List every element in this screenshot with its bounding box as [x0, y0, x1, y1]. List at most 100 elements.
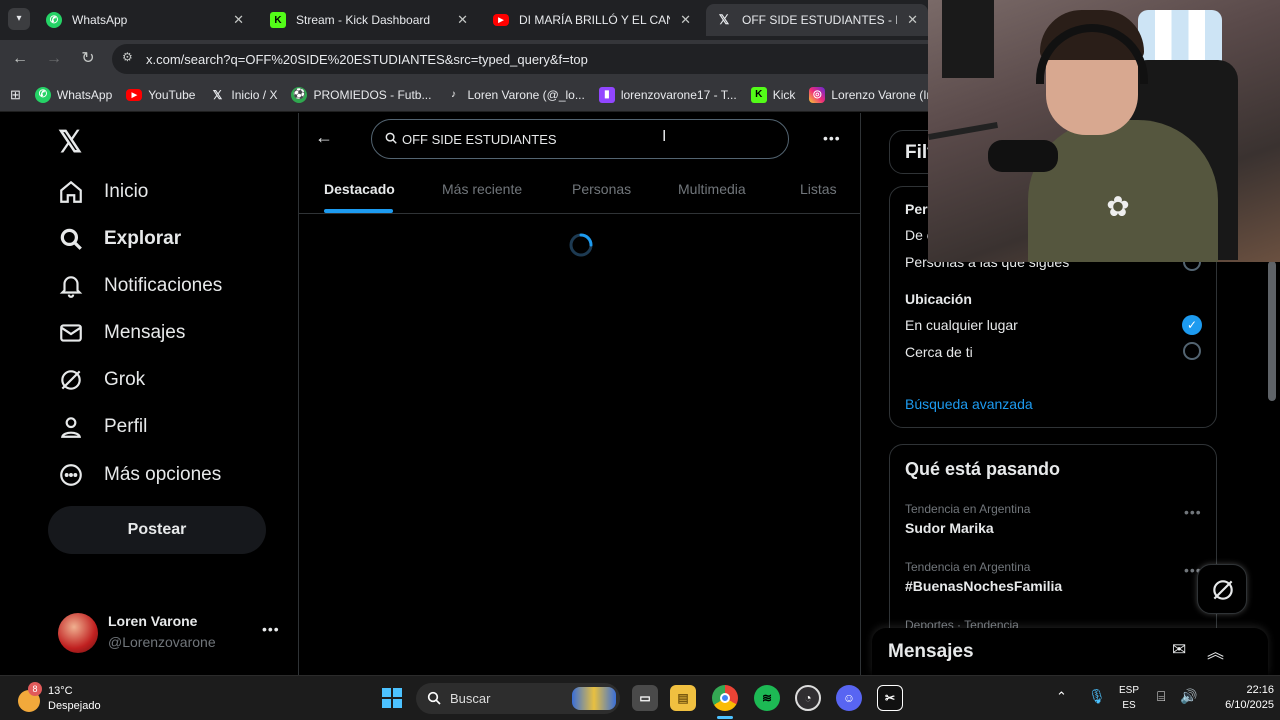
- file-explorer-icon[interactable]: ▤: [670, 685, 696, 711]
- location-near-radio[interactable]: [1183, 342, 1201, 360]
- nav-inicio[interactable]: Inicio: [58, 179, 148, 205]
- chrome-active-indicator: [717, 716, 733, 719]
- webcam-overlay: ✿: [928, 0, 1280, 262]
- nav-grok[interactable]: Grok: [58, 367, 145, 393]
- capcut-icon[interactable]: ✂: [877, 685, 903, 711]
- location-anywhere-radio-checked[interactable]: ✓: [1182, 315, 1202, 335]
- nav-label: Perfil: [104, 416, 148, 437]
- spotify-icon[interactable]: ≋: [754, 685, 780, 711]
- microphone-icon[interactable]: 🎙: [1088, 688, 1106, 705]
- avatar: [58, 613, 98, 653]
- reload-icon[interactable]: ↻: [78, 49, 98, 69]
- tab-personas[interactable]: Personas: [572, 181, 631, 197]
- weather-condition: Despejado: [48, 700, 101, 712]
- trend-more-icon[interactable]: •••: [1184, 504, 1202, 520]
- keyboard-code: ES: [1122, 700, 1136, 711]
- volume-icon[interactable]: 🔊: [1180, 688, 1197, 705]
- bookmark-inicio-x[interactable]: 𝕏 Inicio / X: [209, 87, 278, 103]
- tab-destacado[interactable]: Destacado: [324, 181, 395, 197]
- windows-taskbar: 8 13°C Despejado Buscar ▭ ▤ ≋ ◔ ☺ ✂ ⌃ 🎙 …: [0, 675, 1280, 720]
- address-bar[interactable]: ⚙ x.com/search?q=OFF%20SIDE%20ESTUDIANTE…: [112, 44, 952, 74]
- tab-close-icon[interactable]: ✕: [457, 12, 468, 28]
- search-query: OFF SIDE ESTUDIANTES: [402, 131, 557, 147]
- tab-listas[interactable]: Listas: [800, 181, 837, 197]
- tab-close-icon[interactable]: ✕: [907, 12, 918, 28]
- bookmark-promiedos[interactable]: ⚽ PROMIEDOS - Futb...: [291, 86, 431, 103]
- bell-icon: [59, 276, 83, 298]
- nav-mensajes[interactable]: Mensajes: [58, 320, 185, 346]
- nav-mas-opciones[interactable]: Más opciones: [58, 462, 221, 488]
- browser-tab-youtube[interactable]: ▶ DI MARÍA BRILLÓ Y EL CANALL ✕: [483, 4, 701, 36]
- task-view-icon[interactable]: ▭: [632, 685, 658, 711]
- search-icon: [60, 228, 82, 250]
- new-message-icon[interactable]: ✉: [1172, 640, 1186, 660]
- grok-floating-button[interactable]: [1197, 564, 1247, 614]
- network-icon[interactable]: ⌸: [1157, 688, 1165, 705]
- clock[interactable]: 22:16 6/10/2025: [1204, 683, 1274, 713]
- chrome-icon[interactable]: [712, 685, 738, 711]
- nav-label: Inicio: [104, 181, 149, 202]
- person-icon: [61, 417, 81, 438]
- nav-perfil[interactable]: Perfil: [58, 414, 147, 440]
- x-logo-icon[interactable]: 𝕏: [58, 125, 82, 160]
- tab-title: OFF SIDE ESTUDIANTES - Busc: [742, 13, 897, 27]
- microphone: [988, 140, 1058, 172]
- tab-mas-reciente[interactable]: Más reciente: [442, 181, 522, 197]
- more-dots-icon[interactable]: •••: [262, 621, 280, 637]
- browser-tab-kick[interactable]: K Stream - Kick Dashboard ✕: [260, 4, 478, 36]
- whatsapp-icon: ✆: [34, 86, 51, 103]
- user-name: Loren Varone: [108, 613, 198, 629]
- bookmark-kick[interactable]: K Kick: [750, 86, 795, 103]
- bookmark-twitch[interactable]: ▮ lorenzovarone17 - T...: [598, 86, 737, 103]
- advanced-search-link[interactable]: Búsqueda avanzada: [905, 396, 1033, 412]
- user-handle: @Lorenzovarone: [108, 634, 216, 650]
- tab-list-menu-button[interactable]: ▾: [8, 8, 30, 30]
- forward-arrow-icon[interactable]: →: [44, 49, 64, 69]
- trend-meta: Tendencia en Argentina: [905, 502, 1031, 516]
- messages-drawer[interactable]: Mensajes ✉ ︽: [872, 628, 1268, 675]
- browser-tab-whatsapp[interactable]: ✆ WhatsApp ✕: [36, 4, 254, 36]
- x-icon: 𝕏: [212, 87, 223, 102]
- nav-explorar[interactable]: Explorar: [58, 226, 181, 252]
- text-cursor-icon: I: [662, 128, 667, 145]
- browser-tab-x-search[interactable]: 𝕏 OFF SIDE ESTUDIANTES - Busc ✕: [706, 4, 928, 36]
- weather-widget[interactable]: 8 13°C Despejado: [18, 682, 128, 716]
- tab-close-icon[interactable]: ✕: [680, 12, 691, 28]
- bookmark-whatsapp[interactable]: ✆ WhatsApp: [34, 86, 112, 103]
- taskbar-search[interactable]: Buscar: [416, 683, 620, 714]
- location-option-near[interactable]: Cerca de ti: [905, 344, 973, 360]
- tab-close-icon[interactable]: ✕: [233, 12, 244, 28]
- mail-icon: [60, 324, 82, 342]
- bookmark-youtube[interactable]: ▶ YouTube: [126, 88, 195, 102]
- more-circle-icon: [60, 464, 82, 486]
- search-input[interactable]: OFF SIDE ESTUDIANTES I: [371, 119, 789, 159]
- account-switcher[interactable]: Loren Varone @Lorenzovarone •••: [56, 611, 286, 655]
- apps-grid-icon[interactable]: ⊞: [10, 87, 21, 103]
- obs-icon[interactable]: ◔: [795, 685, 821, 711]
- x-icon: 𝕏: [718, 12, 730, 27]
- back-arrow-icon[interactable]: ←: [315, 127, 333, 148]
- page-scrollbar[interactable]: [1268, 261, 1276, 401]
- taskbar-search-label: Buscar: [450, 691, 491, 706]
- language-indicator[interactable]: ESP ES: [1114, 683, 1144, 713]
- back-arrow-icon[interactable]: ←: [10, 49, 30, 69]
- language-code: ESP: [1118, 685, 1139, 696]
- post-button[interactable]: Postear: [48, 506, 266, 554]
- bookmark-tiktok[interactable]: ♪ Loren Varone (@_lo...: [445, 87, 585, 103]
- discord-icon[interactable]: ☺: [836, 685, 862, 711]
- site-info-icon[interactable]: ⚙: [122, 50, 133, 64]
- grok-icon: [1213, 580, 1233, 600]
- windows-start-icon[interactable]: [379, 685, 405, 711]
- trend-name[interactable]: Sudor Marika: [905, 520, 994, 536]
- nav-label: Notificaciones: [104, 275, 223, 296]
- more-dots-icon[interactable]: •••: [823, 130, 841, 146]
- chevron-up-icon[interactable]: ︽: [1207, 638, 1224, 663]
- nav-label: Explorar: [104, 228, 182, 249]
- trend-name[interactable]: #BuenasNochesFamilia: [905, 578, 1062, 594]
- nav-notificaciones[interactable]: Notificaciones: [58, 273, 222, 299]
- messages-drawer-title: Mensajes: [888, 641, 974, 662]
- trending-title: Qué está pasando: [905, 459, 1061, 479]
- tab-multimedia[interactable]: Multimedia: [678, 181, 746, 197]
- location-option-anywhere[interactable]: En cualquier lugar: [905, 317, 1018, 333]
- show-hidden-icons-chevron-icon[interactable]: ⌃: [1056, 689, 1067, 705]
